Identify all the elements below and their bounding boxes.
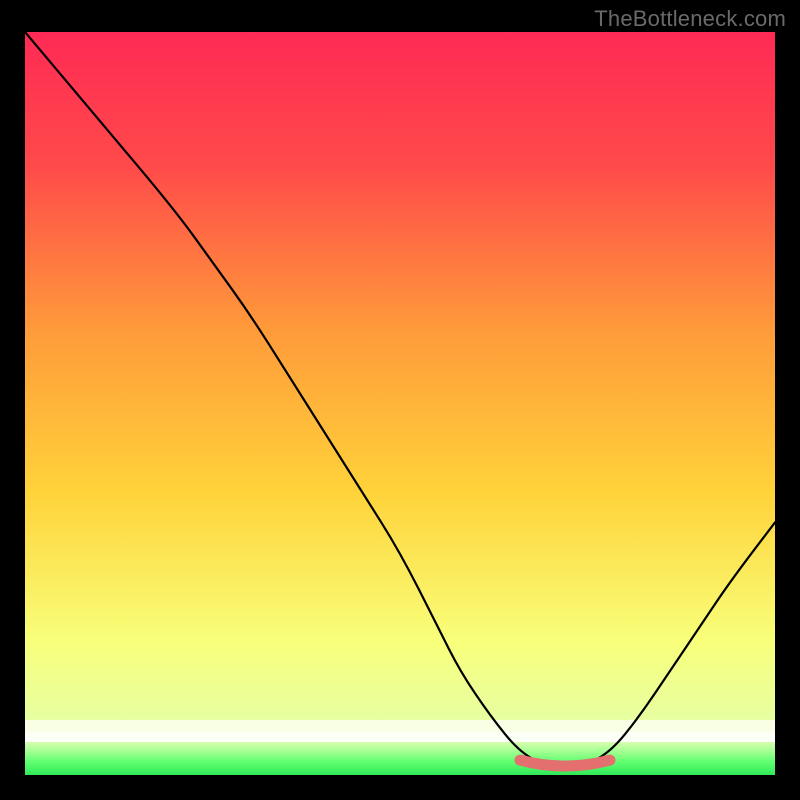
- chart-plot-area: [25, 32, 775, 775]
- gradient-background: [25, 32, 775, 775]
- chart-svg: [25, 32, 775, 775]
- chart-frame: TheBottleneck.com: [0, 0, 800, 800]
- watermark-text: TheBottleneck.com: [594, 6, 786, 32]
- green-bottom-band: [25, 742, 775, 775]
- minimum-highlight: [520, 760, 610, 766]
